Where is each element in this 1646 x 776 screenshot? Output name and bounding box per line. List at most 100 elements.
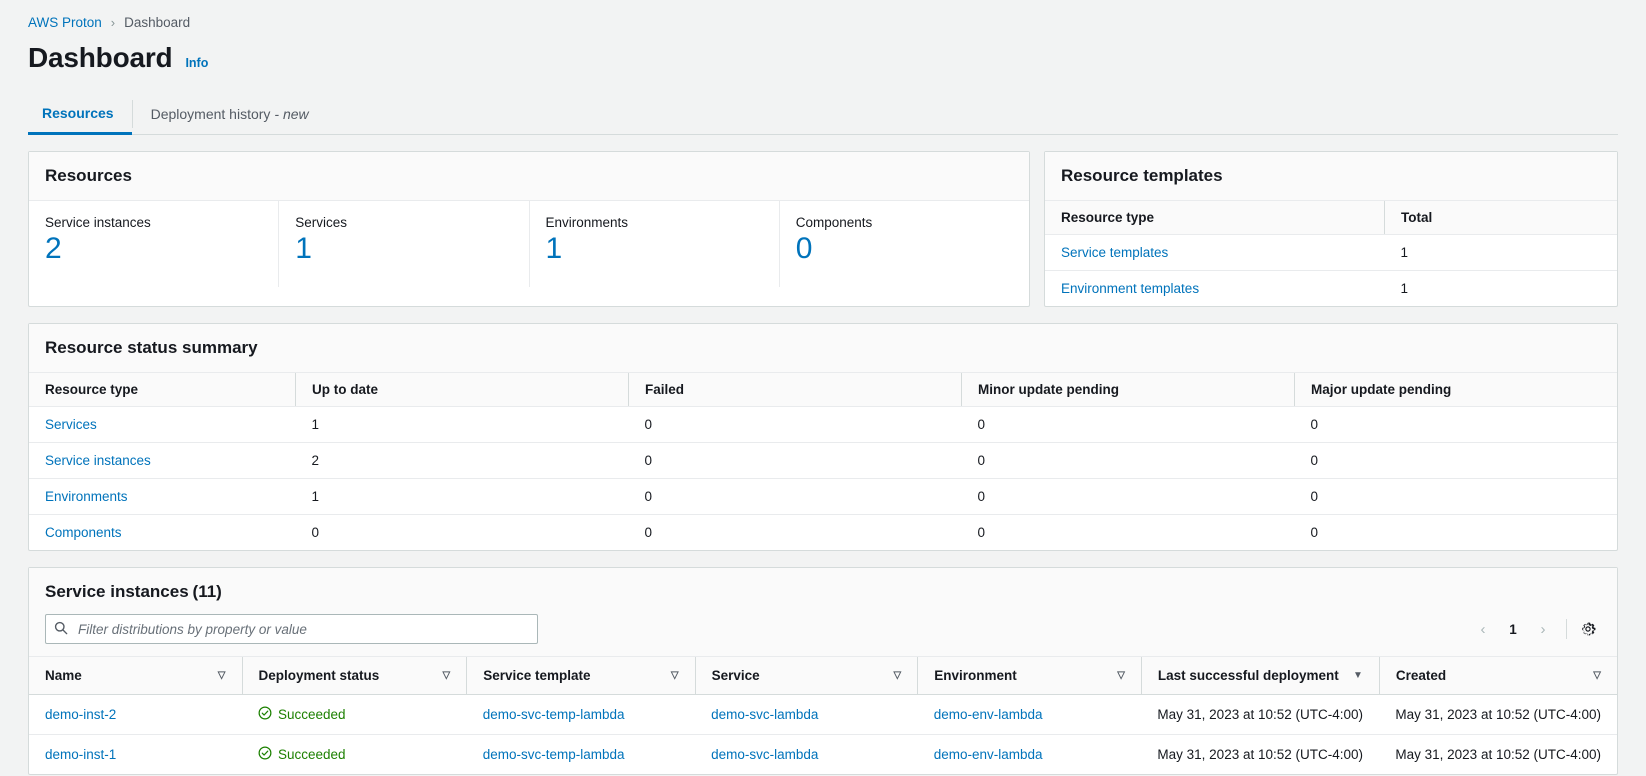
column-header-service-template-label: Service template (483, 668, 590, 683)
resource-templates-card: Resource templates Resource type Total S… (1044, 151, 1618, 307)
link-service[interactable]: demo-svc-lambda (711, 707, 818, 722)
service-instances-table: Name ▽ Deployment status ▽ Service templ… (29, 657, 1617, 774)
column-header-name-label: Name (45, 668, 82, 683)
search-box[interactable] (45, 614, 538, 644)
link-service[interactable]: demo-svc-lambda (711, 747, 818, 762)
link-services[interactable]: Services (45, 417, 97, 432)
link-environment[interactable]: demo-env-lambda (934, 707, 1043, 722)
metric-environments-value[interactable]: 1 (546, 232, 763, 265)
column-header-deployment-status[interactable]: Deployment status ▽ (242, 657, 467, 695)
table-row: Environments 1 0 0 0 (29, 479, 1617, 515)
tab-deployment-history[interactable]: Deployment history - new (133, 94, 327, 134)
column-header-resource-type: Resource type (29, 373, 296, 407)
column-header-up-to-date: Up to date (296, 373, 629, 407)
link-instance-name[interactable]: demo-inst-2 (45, 707, 116, 722)
resource-templates-card-title: Resource templates (1061, 166, 1223, 185)
cell-environments-major: 0 (1295, 479, 1618, 515)
cell-services-minor: 0 (962, 407, 1295, 443)
metric-components-label: Components (796, 215, 1013, 230)
cell-created: May 31, 2023 at 10:52 (UTC-4:00) (1379, 695, 1617, 735)
link-service-template[interactable]: demo-svc-temp-lambda (483, 707, 625, 722)
tab-resources[interactable]: Resources (28, 94, 132, 135)
table-row: demo-inst-2 Succeeded demo-svc-temp-lamb… (29, 695, 1617, 735)
metric-service-instances-label: Service instances (45, 215, 262, 230)
pagination: ‹ 1 › (1468, 614, 1601, 644)
cell-service-instances-major: 0 (1295, 443, 1618, 479)
status-text: Succeeded (278, 707, 346, 722)
cell-service-instances-failed: 0 (629, 443, 962, 479)
service-instances-card: Service instances (11) ‹ 1 › (28, 567, 1618, 775)
table-header-row: Resource type Total (1045, 201, 1617, 235)
column-header-service-template[interactable]: Service template ▽ (467, 657, 695, 695)
gear-icon[interactable] (1575, 614, 1601, 644)
cell-environments-up-to-date: 1 (296, 479, 629, 515)
cell-environment-templates-total: 1 (1385, 271, 1618, 307)
column-header-failed: Failed (629, 373, 962, 407)
metric-environments-label: Environments (546, 215, 763, 230)
link-environments[interactable]: Environments (45, 489, 128, 504)
column-header-name[interactable]: Name ▽ (29, 657, 242, 695)
resources-card-header: Resources (29, 152, 1029, 201)
table-row: Service instances 2 0 0 0 (29, 443, 1617, 479)
service-instances-title: Service instances (45, 582, 189, 601)
metric-service-instances-value[interactable]: 2 (45, 232, 262, 265)
sort-descending-icon[interactable]: ▽ (893, 671, 901, 681)
resource-status-summary-table: Resource type Up to date Failed Minor up… (29, 373, 1617, 550)
service-instances-header: Service instances (11) ‹ 1 › (29, 568, 1617, 657)
cell-environments-minor: 0 (962, 479, 1295, 515)
column-header-last-successful-deployment[interactable]: Last successful deployment ▼ (1141, 657, 1379, 695)
breadcrumb-item-dashboard[interactable]: Dashboard (124, 15, 190, 30)
cell-last-successful-deployment: May 31, 2023 at 10:52 (UTC-4:00) (1141, 695, 1379, 735)
resources-metrics: Service instances 2 Services 1 Environme… (29, 201, 1029, 287)
link-service-instances[interactable]: Service instances (45, 453, 151, 468)
pagination-next-icon[interactable]: › (1528, 614, 1558, 644)
metric-services-label: Services (295, 215, 512, 230)
search-icon (54, 621, 68, 638)
metric-environments: Environments 1 (530, 201, 780, 287)
status-text: Succeeded (278, 747, 346, 762)
status-badge: Succeeded (258, 706, 451, 723)
link-environment[interactable]: demo-env-lambda (934, 747, 1043, 762)
link-service-template[interactable]: demo-svc-temp-lambda (483, 747, 625, 762)
metric-services-value[interactable]: 1 (295, 232, 512, 265)
sort-descending-icon[interactable]: ▽ (1593, 671, 1601, 681)
pagination-page-1[interactable]: 1 (1500, 614, 1526, 644)
breadcrumb-item-aws-proton[interactable]: AWS Proton (28, 15, 102, 30)
search-input[interactable] (76, 621, 529, 638)
column-header-created[interactable]: Created ▽ (1379, 657, 1617, 695)
sort-descending-icon[interactable]: ▽ (443, 671, 451, 681)
column-header-service[interactable]: Service ▽ (695, 657, 918, 695)
success-check-icon (258, 746, 272, 763)
breadcrumb: AWS Proton › Dashboard (28, 0, 1618, 30)
sort-descending-icon[interactable]: ▽ (1117, 671, 1125, 681)
column-header-environment-label: Environment (934, 668, 1017, 683)
column-header-minor-update-pending: Minor update pending (962, 373, 1295, 407)
cell-service-templates-total: 1 (1385, 235, 1618, 271)
column-header-last-successful-deployment-label: Last successful deployment (1158, 668, 1339, 683)
cell-components-up-to-date: 0 (296, 515, 629, 551)
column-header-service-label: Service (712, 668, 760, 683)
breadcrumb-separator-icon: › (111, 15, 115, 30)
column-header-environment[interactable]: Environment ▽ (918, 657, 1142, 695)
cell-services-major: 0 (1295, 407, 1618, 443)
link-environment-templates[interactable]: Environment templates (1061, 281, 1199, 296)
column-header-created-label: Created (1396, 668, 1446, 683)
metric-components-value[interactable]: 0 (796, 232, 1013, 265)
info-link[interactable]: Info (185, 56, 208, 70)
metric-service-instances: Service instances 2 (29, 201, 279, 287)
link-instance-name[interactable]: demo-inst-1 (45, 747, 116, 762)
table-row: demo-inst-1 Succeeded demo-svc-temp-lamb… (29, 735, 1617, 775)
link-service-templates[interactable]: Service templates (1061, 245, 1168, 260)
metric-components: Components 0 (780, 201, 1029, 287)
sort-descending-icon[interactable]: ▽ (218, 671, 226, 681)
cell-last-successful-deployment: May 31, 2023 at 10:52 (UTC-4:00) (1141, 735, 1379, 775)
column-header-total: Total (1385, 201, 1618, 235)
resources-card-title: Resources (45, 166, 132, 185)
resource-status-summary-title: Resource status summary (45, 338, 258, 357)
sort-descending-icon[interactable]: ▽ (671, 671, 679, 681)
link-components[interactable]: Components (45, 525, 122, 540)
sort-descending-active-icon[interactable]: ▼ (1353, 671, 1363, 681)
service-instances-count: (11) (193, 582, 222, 601)
pagination-prev-icon[interactable]: ‹ (1468, 614, 1498, 644)
resource-status-summary-header: Resource status summary (29, 324, 1617, 373)
